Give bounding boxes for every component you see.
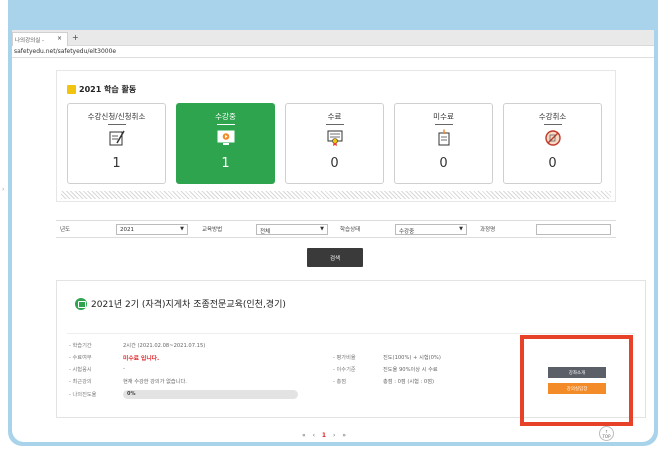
card-in-progress[interactable]: 수강중 1 — [176, 103, 275, 184]
card-count: 0 — [548, 156, 557, 171]
card-label: 수료 — [286, 111, 383, 125]
browser-tab[interactable]: 나의강의실 - × — [12, 32, 68, 46]
enter-classroom-button[interactable]: 강의실입장 — [548, 383, 606, 394]
info-value: - — [123, 366, 125, 372]
progress-bar: 0% — [123, 390, 298, 399]
card-enrollment[interactable]: 수강신청/신청취소 1 — [67, 103, 166, 184]
first-page-button[interactable]: « — [302, 432, 306, 439]
year-value: 2021 — [120, 227, 134, 233]
year-select[interactable]: 2021 ▼ — [116, 224, 188, 235]
edit-document-icon — [109, 130, 125, 146]
current-page[interactable]: 1 — [322, 432, 326, 439]
info-value: 진도율 90%이상 시 수료 — [383, 367, 438, 373]
section-icon — [67, 85, 76, 94]
info-label: 평가비율 — [333, 354, 356, 361]
address-bar[interactable]: safetyedu.net/safetyedu/elt3000e — [12, 46, 654, 58]
url-text: safetyedu.net/safetyedu/elt3000e — [14, 48, 117, 55]
monitor-icon — [75, 298, 87, 310]
info-label: 수료여부 — [69, 354, 92, 361]
tab-title: 나의강의실 - — [15, 38, 45, 44]
card-count: 1 — [221, 156, 230, 171]
last-page-button[interactable]: » — [342, 432, 346, 439]
status-label: 학습상태 — [340, 227, 361, 233]
card-cancelled[interactable]: 수강취소 0 — [503, 103, 602, 184]
card-label: 수강신청/신청취소 — [68, 111, 165, 125]
info-label: 학습기간 — [69, 342, 92, 349]
card-not-completed[interactable]: 미수료 0 — [394, 103, 493, 184]
completion-status: 미수료 입니다. — [123, 356, 160, 362]
learning-activity-panel: 2021 학습 활동 수강신청/신청취소 1 수강중 1 수료 0 미수료 0 … — [56, 70, 616, 202]
info-label: 나의진도율 — [69, 391, 97, 398]
info-label: 이수기준 — [333, 366, 356, 373]
scroll-top-button[interactable]: ↑ TOP — [599, 426, 614, 441]
browser-tabbar: 나의강의실 - × + — [12, 30, 654, 46]
method-label: 교육방법 — [202, 227, 223, 233]
highlight-box — [520, 335, 633, 426]
progress-value: 0% — [127, 391, 136, 397]
activity-title: 2021 학습 활동 — [79, 85, 137, 94]
status-value: 수강중 — [399, 229, 415, 235]
chevron-down-icon: ▼ — [180, 226, 184, 232]
card-count: 0 — [439, 156, 448, 171]
course-name-input[interactable] — [536, 224, 611, 235]
course-title: 2021년 2기 (자격)지게차 조종전문교육(인천,경기) — [91, 300, 286, 310]
info-value: 진도(100%) + 시험(0%) — [383, 355, 441, 361]
monitor-play-icon — [217, 130, 235, 145]
certificate-icon — [327, 130, 343, 146]
info-label: 최근강의 — [69, 378, 92, 385]
info-value: 2시간 (2021.02.08~2021.07.15) — [123, 343, 206, 349]
search-button[interactable]: 검색 — [307, 248, 363, 267]
pagination: « ‹ 1 › » — [302, 432, 351, 439]
card-label: 수강중 — [177, 111, 274, 125]
info-label: 시험응시 — [69, 366, 92, 373]
info-value: 총점 : 0점 (시험 : 0점) — [383, 379, 435, 385]
document-pen-icon — [438, 129, 450, 146]
course-name-label: 과정명 — [480, 227, 496, 233]
year-label: 년도 — [60, 227, 71, 233]
info-value: 현재 수강한 강의가 없습니다. — [123, 379, 187, 385]
info-label: 총점 — [333, 378, 347, 385]
close-icon[interactable]: × — [57, 35, 62, 42]
top-label: TOP — [602, 434, 611, 439]
status-select[interactable]: 수강중 ▼ — [395, 224, 467, 235]
next-page-button[interactable]: › — [333, 432, 335, 439]
card-label: 수강취소 — [504, 111, 601, 125]
card-count: 1 — [112, 156, 121, 171]
card-label: 미수료 — [395, 111, 492, 125]
method-value: 전체 — [260, 229, 271, 235]
chevron-down-icon: ▼ — [459, 226, 463, 232]
cancel-icon — [545, 130, 561, 146]
chevron-down-icon: ▼ — [320, 226, 324, 232]
method-select[interactable]: 전체 ▼ — [256, 224, 328, 235]
course-intro-button[interactable]: 강좌소개 — [548, 367, 606, 378]
divider — [67, 333, 635, 334]
search-filter-row: 년도 2021 ▼ 교육방법 전체 ▼ 학습상태 수강중 ▼ 과정명 — [56, 220, 616, 238]
prev-page-button[interactable]: ‹ — [313, 432, 315, 439]
card-completed[interactable]: 수료 0 — [285, 103, 384, 184]
new-tab-button[interactable]: + — [72, 33, 79, 42]
side-marker: › — [2, 186, 5, 193]
card-count: 0 — [330, 156, 339, 171]
hatch-decoration — [61, 191, 611, 199]
